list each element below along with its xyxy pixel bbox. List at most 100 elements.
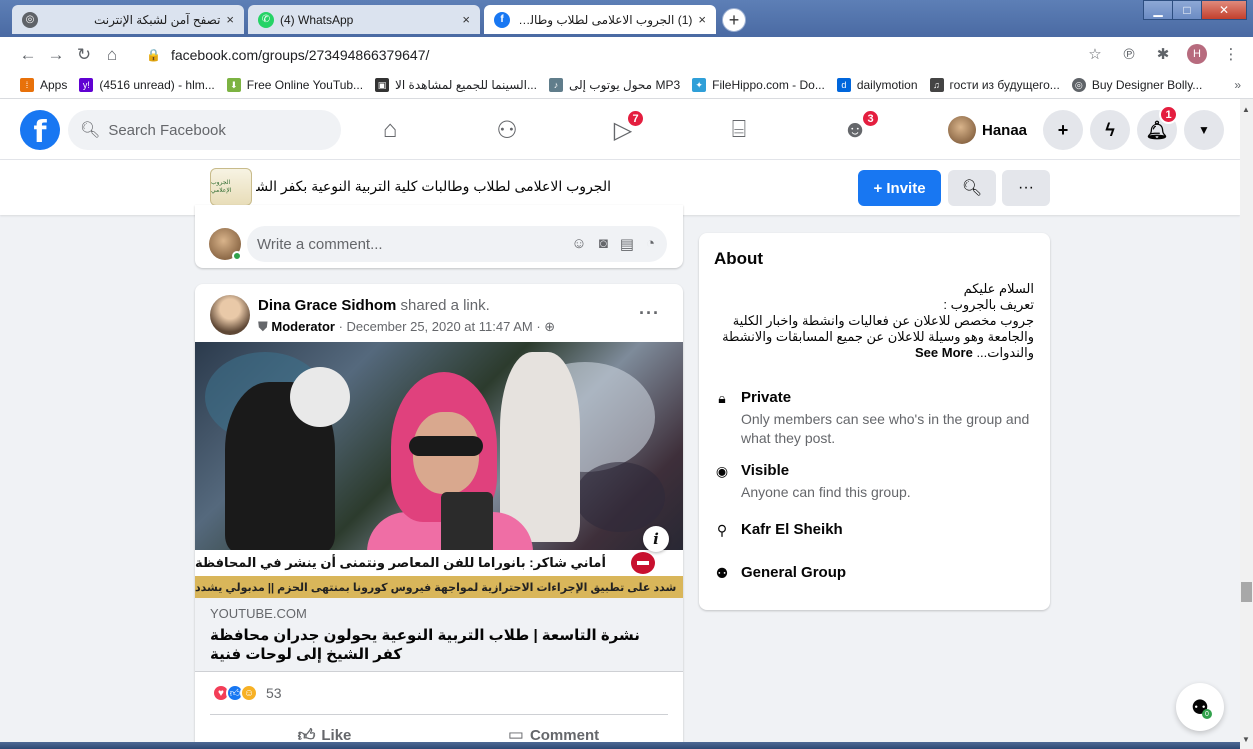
bookmark-guests-from-future[interactable]: ♫ гости из будущего... (929, 78, 1060, 92)
new-tab-button[interactable]: + (722, 8, 746, 32)
watch-notification-badge: 7 (626, 109, 645, 128)
toolbar-icons: ☆ ℗ ✱ H ⋮ (1083, 42, 1243, 66)
gif-icon[interactable]: ▤ (620, 235, 634, 253)
account-menu-button[interactable]: ▼ (1184, 110, 1224, 150)
info-button[interactable]: i (643, 526, 669, 552)
window-controls: ▁ □ ✕ (1143, 0, 1247, 20)
avatar (948, 116, 976, 144)
reload-icon[interactable]: ↻ (70, 41, 98, 69)
nav-marketplace[interactable]: ⌸ (684, 110, 794, 150)
bookmark-star-icon[interactable]: ☆ (1083, 42, 1107, 66)
back-arrow-icon[interactable]: ← (14, 41, 42, 69)
close-icon[interactable]: × (698, 12, 706, 27)
more-bookmarks-icon[interactable]: » (1234, 78, 1241, 92)
bookmark-label: гости из будущего... (949, 78, 1060, 92)
search-input[interactable]: 🔍︎ Search Facebook (68, 110, 341, 150)
post-header: Dina Grace Sidhom shared a link. ⛊ Moder… (210, 295, 670, 337)
bookmark-dailymotion[interactable]: d dailymotion (836, 78, 918, 92)
browser-tab-safe-browsing[interactable]: ◎ تصفح آمن لشبكة الإنترنت × (12, 5, 244, 34)
emoji-icon[interactable]: ☺ (571, 235, 586, 253)
post-options-button[interactable]: ··· (639, 303, 660, 324)
camera-icon[interactable]: ◙ (599, 235, 608, 253)
page-scrollbar[interactable]: ▲ ▼ (1240, 99, 1253, 749)
group-thumb-text: الجروب الإعلامي (211, 180, 232, 194)
about-item-title: Visible (741, 462, 790, 479)
description-line: والجامعة وهو وسيلة للاعلان عن جميع المسا… (722, 329, 1034, 344)
bookmark-yahoo-mail[interactable]: y! (4516 unread) - hlm... (79, 78, 215, 92)
bookmark-cinema[interactable]: ▣ السينما للجميع لمشاهدة الا... (375, 78, 537, 92)
scrollbar-thumb[interactable] (1241, 582, 1252, 602)
like-label: Like (321, 726, 352, 744)
post-timestamp[interactable]: · December 25, 2020 at 11:47 AM · (335, 319, 544, 334)
profile-avatar-button[interactable]: H (1185, 42, 1209, 66)
facebook-logo-icon[interactable]: f (20, 110, 60, 150)
search-icon: 🔍︎ (961, 180, 983, 197)
dailymotion-icon: d (836, 78, 851, 92)
maximize-icon[interactable]: □ (1172, 0, 1202, 20)
bookmark-mp3-converter[interactable]: ♪ محول يوتوب إلى MP3 (548, 78, 681, 92)
about-item-subtitle: Only members can see who's in the group … (741, 411, 1030, 446)
channel-logo-icon (631, 552, 655, 574)
groups-notification-badge: 3 (861, 109, 880, 128)
browser-menu-icon[interactable]: ⋮ (1219, 42, 1243, 66)
url-field[interactable]: 🔒 facebook.com/groups/273494866379647/ (146, 43, 1076, 67)
messenger-button[interactable]: ϟ (1090, 110, 1130, 150)
reaction-summary[interactable]: ♥ 👍︎ ☺ 53 (212, 684, 282, 702)
author-name[interactable]: Dina Grace Sidhom (258, 297, 396, 314)
group-name[interactable]: الجروب الاعلامى لطلاب وطالبات كلية الترب… (256, 178, 611, 195)
scroll-up-icon[interactable]: ▲ (1242, 105, 1250, 114)
extensions-puzzle-icon[interactable]: ✱ (1151, 42, 1175, 66)
browser-tab-facebook-group[interactable]: f (1) الجروب الاعلامى لطلاب وطالبات كلية… (484, 5, 716, 34)
tab-title: تصفح آمن لشبكة الإنترنت (94, 12, 221, 27)
notifications-button[interactable]: 🔔︎ 1 (1137, 105, 1178, 150)
profile-link[interactable]: Hanaa (944, 112, 1035, 148)
nav-friends[interactable]: ⚇ (452, 110, 562, 150)
tab-title: (4) WhatsApp (280, 12, 354, 27)
bookmark-apps[interactable]: ⁞ Apps (20, 78, 67, 92)
see-more-link[interactable]: See More (915, 345, 973, 360)
description-line: تعريف بالجروب : (943, 297, 1034, 312)
pinterest-icon[interactable]: ℗ (1117, 42, 1141, 66)
nav-groups[interactable]: ☻ 3 (800, 109, 910, 150)
post-action-text: shared a link. (396, 297, 490, 314)
create-button[interactable]: + (1043, 110, 1083, 150)
group-more-button[interactable]: ··· (1002, 170, 1050, 206)
link-preview[interactable]: YOUTUBE.COM نشرة التاسعة | طلاب التربية … (195, 598, 683, 672)
divider (210, 714, 668, 715)
bookmark-youtube-downloader[interactable]: ⬇ Free Online YouTub... (226, 78, 363, 92)
minimize-icon[interactable]: ▁ (1143, 0, 1173, 20)
nav-home[interactable]: ⌂ (335, 110, 445, 150)
apps-grid-icon: ⁞ (20, 78, 34, 92)
close-icon[interactable]: × (462, 12, 470, 27)
notifications-badge: 1 (1159, 105, 1178, 124)
new-message-contacts-button[interactable]: ⚉ 0 (1176, 683, 1224, 731)
forward-arrow-icon[interactable]: → (42, 41, 70, 69)
avatar[interactable] (209, 228, 242, 261)
browser-tab-whatsapp[interactable]: ✆ (4) WhatsApp × (248, 5, 480, 34)
bookmark-filehippo[interactable]: ✦ FileHippo.com - Do... (692, 78, 825, 92)
link-domain: YOUTUBE.COM (210, 606, 307, 621)
video-thumbnail[interactable]: أماني شاكر: بانوراما للفن المعاصر ونتمنى… (195, 342, 683, 598)
sticker-icon[interactable]: ◔ (646, 235, 655, 253)
invite-button[interactable]: + Invite (858, 170, 941, 206)
author-avatar[interactable] (210, 295, 250, 335)
bookmark-label: السينما للجميع لمشاهدة الا... (395, 78, 537, 92)
group-search-button[interactable]: 🔍︎ (948, 170, 996, 206)
home-icon[interactable]: ⌂ (98, 41, 126, 69)
bookmark-label: محول يوتوب إلى MP3 (568, 78, 681, 92)
group-cover-thumbnail[interactable]: الجروب الإعلامي (210, 168, 252, 206)
close-icon[interactable]: × (226, 12, 234, 27)
facebook-top-nav: f 🔍︎ Search Facebook ⌂ ⚇ ▷ 7 ⌸ ☻ 3 Hanaa… (0, 99, 1240, 160)
address-bar: ← → ↻ ⌂ 🔒 facebook.com/groups/2734948663… (0, 37, 1253, 72)
bookmark-designer-bolly[interactable]: ◎ Buy Designer Bolly... (1071, 78, 1202, 92)
about-group-type: ⚉ General Group (714, 564, 1034, 586)
scroll-down-icon[interactable]: ▼ (1242, 735, 1250, 744)
tab-title: (1) الجروب الاعلامى لطلاب وطالبات كلية (516, 12, 693, 27)
nav-watch[interactable]: ▷ 7 (568, 109, 678, 150)
about-description: السلام عليكم تعريف بالجروب : جروب مخصص ل… (714, 281, 1034, 361)
about-item-title[interactable]: Kafr El Sheikh (741, 521, 843, 538)
window-close-icon[interactable]: ✕ (1201, 0, 1247, 20)
comment-input[interactable]: Write a comment... ☺ ◙ ▤ ◔ (247, 226, 667, 262)
comment-label: Comment (529, 726, 600, 744)
post-meta: ⛊ Moderator · December 25, 2020 at 11:47… (258, 319, 555, 335)
